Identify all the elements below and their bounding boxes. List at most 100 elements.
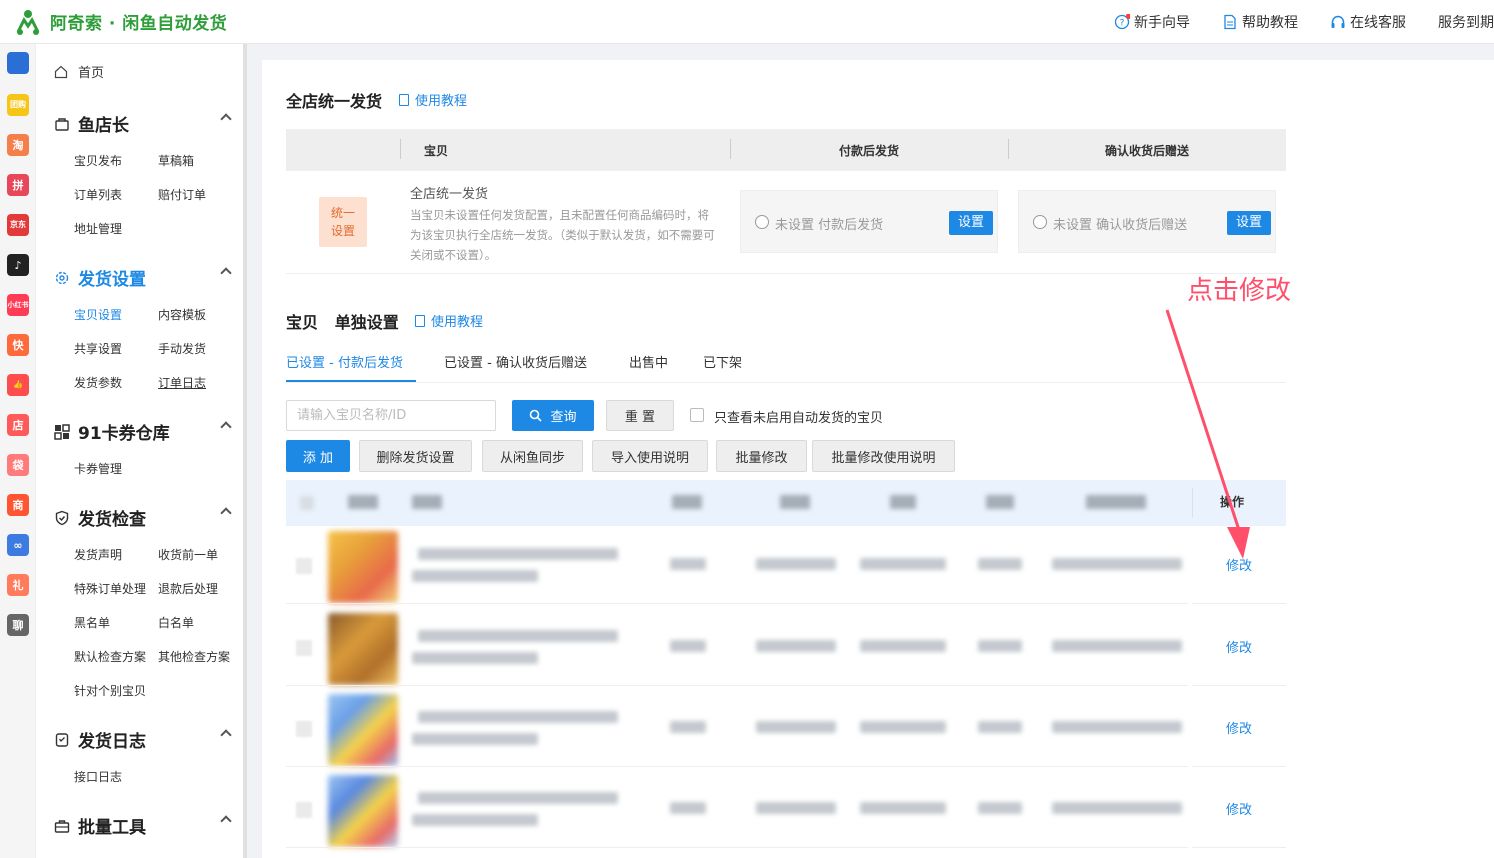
section-batch-tools[interactable]: 批量工具 xyxy=(54,813,232,838)
sidebar-item-delivery-params[interactable]: 发货参数 xyxy=(74,374,122,391)
row-divider xyxy=(286,847,1188,848)
tutorial-label: 使用教程 xyxy=(415,94,468,109)
row-checkbox[interactable] xyxy=(296,640,312,656)
section-yudianzhang[interactable]: 鱼店长 xyxy=(54,111,232,136)
sidebar: 首页 鱼店长 宝贝发布 草稿箱 订单列表 赔付订单 地址管理 发货设置 宝贝设置… xyxy=(36,44,244,858)
select-all-checkbox[interactable] xyxy=(300,496,314,510)
shop-app-icon[interactable]: 商 xyxy=(7,494,29,516)
tab-set-confirm-gift[interactable]: 已设置 - 确认收货后赠送 xyxy=(444,352,587,371)
sidebar-item-home[interactable]: 首页 xyxy=(54,62,104,81)
douyin-app-icon[interactable]: ♪ xyxy=(7,254,29,276)
sidebar-item-blacklist[interactable]: 黑名单 xyxy=(74,614,110,631)
taobao-app-icon[interactable]: 淘 xyxy=(7,134,29,156)
batch-edit-instructions-button[interactable]: 批量修改使用说明 xyxy=(812,440,955,472)
global-tutorial-link[interactable]: 使用教程 xyxy=(399,90,467,109)
blurred-cell xyxy=(670,558,706,570)
edit-link[interactable]: 修改 xyxy=(1226,799,1252,818)
section-delivery-log[interactable]: 发货日志 xyxy=(54,727,232,752)
dian-app-icon[interactable]: 店 xyxy=(7,414,29,436)
sidebar-item-draft[interactable]: 草稿箱 xyxy=(158,152,194,169)
add-button[interactable]: 添 加 xyxy=(286,440,350,472)
chat-app-icon[interactable]: 聊 xyxy=(7,614,29,636)
sidebar-item-compensation[interactable]: 赔付订单 xyxy=(158,186,206,203)
blurred-cell xyxy=(670,802,706,814)
xiaohongshu-app-icon[interactable]: 小红书 xyxy=(7,294,29,316)
edit-link[interactable]: 修改 xyxy=(1226,637,1252,656)
kuaishou-app-icon[interactable]: 快 xyxy=(7,334,29,356)
import-instructions-button[interactable]: 导入使用说明 xyxy=(592,440,708,472)
reset-button[interactable]: 重 置 xyxy=(606,400,674,431)
thumb-app-icon[interactable]: 👍 xyxy=(7,374,29,396)
sidebar-item-manual-delivery[interactable]: 手动发货 xyxy=(158,340,206,357)
sidebar-item-default-plan[interactable]: 默认检查方案 xyxy=(74,648,146,665)
section-delivery-check[interactable]: 发货检查 xyxy=(54,505,232,530)
section-title: 发货日志 xyxy=(78,732,146,752)
jingdong-app-icon[interactable]: 京东 xyxy=(7,214,29,236)
sidebar-item-card-manage[interactable]: 卡券管理 xyxy=(74,460,122,477)
tuangou-app-icon[interactable]: 团购 xyxy=(7,94,29,116)
grid-app-icon[interactable] xyxy=(7,52,29,74)
guide-link[interactable]: ? 新手向导 xyxy=(1114,12,1190,32)
sidebar-item-orders[interactable]: 订单列表 xyxy=(74,186,122,203)
pinduoduo-app-icon[interactable]: 拼 xyxy=(7,174,29,196)
chevron-up-icon xyxy=(220,729,232,741)
sidebar-item-api-log[interactable]: 接口日志 xyxy=(74,768,122,785)
unenabled-only-checkbox[interactable] xyxy=(690,408,704,422)
tutorial-label: 使用教程 xyxy=(431,315,484,330)
section-card-warehouse[interactable]: 91卡券仓库 xyxy=(54,419,232,444)
query-button[interactable]: 查询 xyxy=(512,400,594,431)
sidebar-item-special-orders[interactable]: 特殊订单处理 xyxy=(74,580,146,597)
edit-link[interactable]: 修改 xyxy=(1226,718,1252,737)
sidebar-scrollbar[interactable] xyxy=(243,44,247,858)
bag-app-icon[interactable]: 袋 xyxy=(7,454,29,476)
row-divider xyxy=(286,766,1188,767)
section-title: 鱼店长 xyxy=(78,116,129,136)
row-checkbox[interactable] xyxy=(296,558,312,574)
confirm-gift-radio[interactable] xyxy=(1033,215,1047,229)
pay-delivery-set-button[interactable]: 设置 xyxy=(949,211,993,235)
help-link[interactable]: 帮助教程 xyxy=(1222,12,1298,32)
confirm-gift-set-button[interactable]: 设置 xyxy=(1227,211,1271,235)
row-checkbox[interactable] xyxy=(296,721,312,737)
sidebar-item-baobei-fabu[interactable]: 宝贝发布 xyxy=(74,152,122,169)
blurred-cell xyxy=(860,558,946,570)
batch-edit-button[interactable]: 批量修改 xyxy=(716,440,807,472)
section-delivery-settings[interactable]: 发货设置 xyxy=(54,265,232,290)
blurred-cell xyxy=(978,640,1022,652)
link-app-icon[interactable]: ∞ xyxy=(7,534,29,556)
sidebar-item-whitelist[interactable]: 白名单 xyxy=(158,614,194,631)
sidebar-item-after-refund[interactable]: 退款后处理 xyxy=(158,580,218,597)
delete-settings-button[interactable]: 删除发货设置 xyxy=(359,440,472,472)
headset-icon xyxy=(1331,15,1345,28)
tab-off-shelf[interactable]: 已下架 xyxy=(703,352,742,371)
tab-on-sale[interactable]: 出售中 xyxy=(629,352,668,371)
expiry-link[interactable]: 服务到期 xyxy=(1438,12,1494,32)
sidebar-item-other-plan[interactable]: 其他检查方案 xyxy=(158,648,230,665)
search-input[interactable] xyxy=(286,400,496,431)
logo[interactable]: 阿奇索 · 闲鱼自动发货 xyxy=(14,8,227,36)
pay-delivery-radio[interactable] xyxy=(755,215,769,229)
tab-set-pay-delivery[interactable]: 已设置 - 付款后发货 xyxy=(286,352,403,371)
guide-label: 新手向导 xyxy=(1134,15,1190,31)
single-tutorial-link[interactable]: 使用教程 xyxy=(415,311,483,330)
global-section-title: 全店统一发货 xyxy=(286,92,383,111)
row-divider xyxy=(1192,847,1286,848)
sidebar-item-per-item[interactable]: 针对个别宝贝 xyxy=(74,682,146,699)
sidebar-item-before-receipt[interactable]: 收货前一单 xyxy=(158,546,218,563)
row-checkbox[interactable] xyxy=(296,802,312,818)
gift-app-icon[interactable]: 礼 xyxy=(7,574,29,596)
sidebar-item-share-settings[interactable]: 共享设置 xyxy=(74,340,122,357)
confirm-gift-status: 未设置 确认收货后赠送 xyxy=(1053,218,1188,233)
sidebar-item-baobei-settings[interactable]: 宝贝设置 xyxy=(74,306,122,323)
sidebar-item-order-log[interactable]: 订单日志 xyxy=(158,374,206,391)
sidebar-item-address[interactable]: 地址管理 xyxy=(74,220,122,237)
blurred-cell xyxy=(978,802,1022,814)
sidebar-item-content-template[interactable]: 内容模板 xyxy=(158,306,206,323)
shield-icon xyxy=(54,510,70,526)
sync-xianyu-button[interactable]: 从闲鱼同步 xyxy=(482,440,583,472)
sidebar-item-delivery-statement[interactable]: 发货声明 xyxy=(74,546,122,563)
blurred-header xyxy=(348,495,378,509)
blurred-cell xyxy=(860,802,946,814)
row-divider xyxy=(286,603,1188,604)
service-link[interactable]: 在线客服 xyxy=(1330,12,1406,32)
